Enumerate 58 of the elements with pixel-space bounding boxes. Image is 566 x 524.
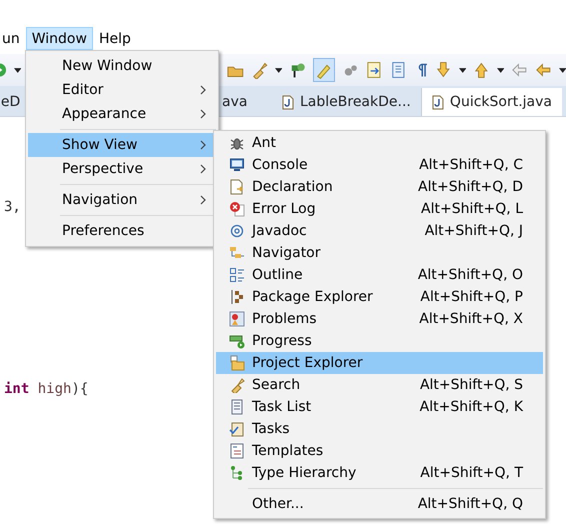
error-icon: [229, 201, 245, 217]
document-arrow-icon: [229, 179, 245, 195]
menu-item[interactable]: Type Hierarchy Alt+Shift+Q, T: [216, 462, 543, 484]
code-line: int high){: [4, 381, 88, 399]
menu-item[interactable]: Perspective: [28, 157, 216, 181]
arrow-down-icon[interactable]: [435, 61, 452, 79]
menu-item[interactable]: Other... Alt+Shift+Q, Q: [216, 493, 543, 515]
menu-item[interactable]: Editor: [28, 78, 216, 102]
arrow-up-icon[interactable]: [473, 61, 490, 79]
menu-item[interactable]: Package Explorer Alt+Shift+Q, P: [216, 286, 543, 308]
arrow-left-icon[interactable]: [534, 61, 552, 79]
code-line: 3,: [4, 199, 21, 217]
caret-icon[interactable]: [274, 68, 282, 72]
menu-item[interactable]: Console Alt+Shift+Q, C: [216, 154, 543, 176]
menu-item[interactable]: Search Alt+Shift+Q, S: [216, 374, 543, 396]
menu-item[interactable]: Error Log Alt+Shift+Q, L: [216, 198, 543, 220]
arrow-left-icon[interactable]: [511, 61, 528, 79]
problems-icon: [229, 311, 245, 327]
caret-icon[interactable]: [496, 68, 504, 72]
document-icon[interactable]: [390, 61, 406, 79]
caret-icon[interactable]: [458, 68, 466, 72]
caret-icon[interactable]: [14, 68, 22, 72]
menu-item[interactable]: Navigator: [216, 242, 543, 264]
folder-icon: [229, 355, 245, 371]
menu-item[interactable]: Problems Alt+Shift+Q, X: [216, 308, 543, 330]
editor-tab[interactable]: QuickSort.java: [421, 88, 562, 116]
outline-icon: [229, 267, 245, 283]
menu-item[interactable]: Progress: [216, 330, 543, 352]
at-sign-icon: [229, 223, 245, 239]
menu-item[interactable]: Task List Alt+Shift+Q, K: [216, 396, 543, 418]
hierarchy-icon: [229, 465, 245, 481]
marker-icon[interactable]: [289, 61, 306, 79]
package-icon: [229, 289, 245, 305]
menu-item[interactable]: Show View: [28, 133, 216, 157]
flashlight-icon: [229, 377, 245, 393]
template-icon: [229, 443, 245, 459]
menu-item[interactable]: Javadoc Alt+Shift+Q, J: [216, 220, 543, 242]
folder-tree-icon: [229, 245, 245, 261]
menu-item[interactable]: Outline Alt+Shift+Q, O: [216, 264, 543, 286]
monitor-icon: [229, 157, 245, 173]
menu-item[interactable]: Templates: [216, 440, 543, 462]
progress-icon: [229, 333, 245, 349]
menu-item[interactable]: Project Explorer: [216, 352, 543, 374]
menu-item[interactable]: Navigation: [28, 188, 216, 212]
menu-item[interactable]: Tasks: [216, 418, 543, 440]
menu-item[interactable]: Ant: [216, 132, 543, 154]
menu-item[interactable]: Declaration Alt+Shift+Q, D: [216, 176, 543, 198]
highlighter-icon[interactable]: [312, 58, 336, 82]
flashlight-icon[interactable]: [251, 61, 268, 79]
editor-tab[interactable]: LableBreakDe...: [271, 88, 421, 116]
menu-title[interactable]: Help: [92, 27, 137, 50]
menu-title[interactable]: un: [0, 27, 26, 50]
menu-item[interactable]: Appearance: [28, 102, 216, 126]
menu-item[interactable]: Preferences: [28, 219, 216, 243]
checklist-icon: [229, 421, 245, 437]
clipboard-list-icon: [229, 399, 245, 415]
menu-title[interactable]: Window: [26, 27, 93, 50]
caret-icon[interactable]: [558, 68, 566, 72]
